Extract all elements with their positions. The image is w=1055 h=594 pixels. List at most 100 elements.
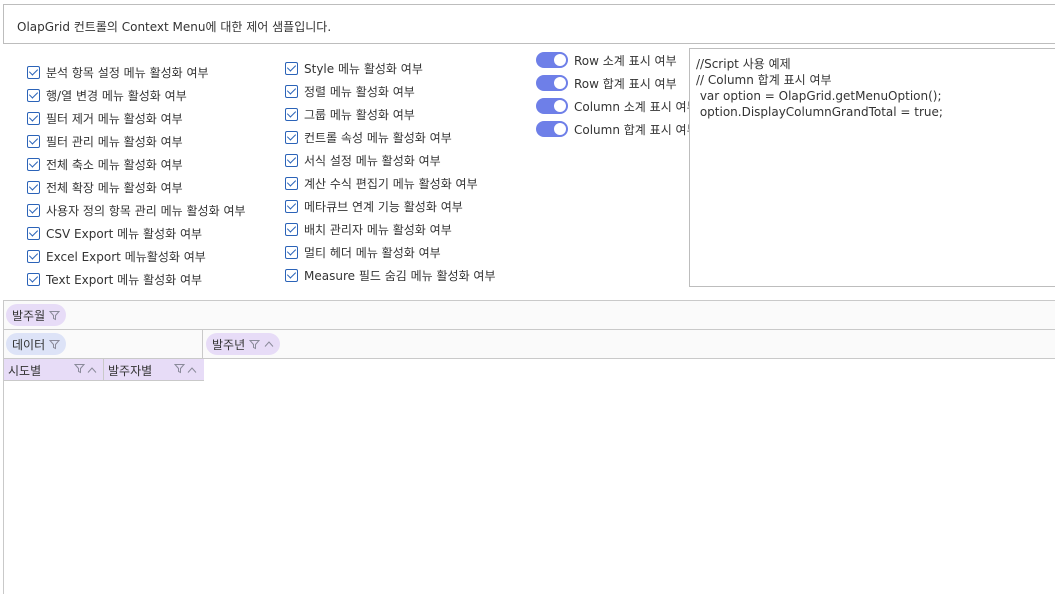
checkbox-label: 행/열 변경 메뉴 활성화 여부	[46, 88, 187, 103]
checkbox-label: 멀티 헤더 메뉴 활성화 여부	[304, 245, 441, 260]
row-field-area: 시도별 발주자별	[4, 359, 204, 381]
data-field-label: 데이터	[12, 337, 46, 352]
checkbox-custom-item-manage[interactable]: 사용자 정의 항목 관리 메뉴 활성화 여부	[27, 201, 246, 219]
checkbox-box[interactable]	[27, 272, 40, 286]
data-column-area: 데이터 발주년	[4, 330, 1055, 359]
checkbox-sort-menu[interactable]: 정렬 메뉴 활성화 여부	[285, 82, 415, 100]
checkbox-box[interactable]	[27, 111, 40, 125]
filter-field-chip[interactable]: 발주월	[6, 304, 67, 326]
script-textarea[interactable]: //Script 사용 예제 // Column 합계 표시 여부 var op…	[689, 48, 1055, 287]
sample-description: OlapGrid 컨트롤의 Context Menu에 대한 제어 샘플입니다.	[17, 20, 332, 34]
column-field-label: 발주년	[212, 337, 246, 352]
checkbox-box[interactable]	[285, 268, 298, 282]
checkbox-style-menu[interactable]: Style 메뉴 활성화 여부	[285, 59, 423, 77]
checkbox-box[interactable]	[285, 84, 298, 98]
toggle-switch[interactable]	[536, 52, 568, 68]
checkbox-collapse-all[interactable]: 전체 축소 메뉴 활성화 여부	[27, 155, 183, 173]
header-box: OlapGrid 컨트롤의 Context Menu에 대한 제어 샘플입니다.	[3, 4, 1055, 44]
toggle-label: Column 합계 표시 여부	[574, 122, 698, 137]
checkbox-format-setting[interactable]: 서식 설정 메뉴 활성화 여부	[285, 151, 441, 169]
checkbox-label: Measure 필드 숨김 메뉴 활성화 여부	[304, 268, 496, 283]
checkbox-box[interactable]	[285, 199, 298, 213]
checkbox-box[interactable]	[285, 130, 298, 144]
toggle-switch[interactable]	[536, 98, 568, 114]
toggle-row-grandtotal[interactable]: Row 합계 표시 여부	[536, 74, 677, 92]
toggle-switch[interactable]	[536, 75, 568, 91]
checkbox-filter-manage[interactable]: 필터 관리 메뉴 활성화 여부	[27, 132, 183, 150]
checkbox-box[interactable]	[27, 88, 40, 102]
row-field-header[interactable]: 발주자별	[104, 359, 204, 381]
checkbox-metacube-link[interactable]: 메타큐브 연계 기능 활성화 여부	[285, 197, 463, 215]
checkbox-label: 사용자 정의 항목 관리 메뉴 활성화 여부	[46, 203, 246, 218]
checkbox-label: 그룹 메뉴 활성화 여부	[304, 107, 415, 122]
checkbox-analysis-item[interactable]: 분석 항목 설정 메뉴 활성화 여부	[27, 63, 209, 81]
checkbox-row-column-swap[interactable]: 행/열 변경 메뉴 활성화 여부	[27, 86, 187, 104]
filter-icon[interactable]	[249, 339, 261, 350]
filter-icon[interactable]	[49, 310, 61, 321]
checkbox-expand-all[interactable]: 전체 확장 메뉴 활성화 여부	[27, 178, 183, 196]
checkbox-box[interactable]	[285, 245, 298, 259]
row-field-label: 발주자별	[108, 363, 153, 378]
filter-icon[interactable]	[49, 339, 61, 350]
column-field-chip[interactable]: 발주년	[206, 333, 281, 355]
checkbox-box[interactable]	[285, 176, 298, 190]
checkbox-label: Excel Export 메뉴활성화 여부	[46, 249, 206, 264]
checkbox-label: CSV Export 메뉴 활성화 여부	[46, 226, 203, 241]
checkbox-box[interactable]	[27, 157, 40, 171]
checkbox-label: Style 메뉴 활성화 여부	[304, 61, 423, 76]
checkbox-measure-hide[interactable]: Measure 필드 숨김 메뉴 활성화 여부	[285, 266, 496, 284]
checkbox-label: 분석 항목 설정 메뉴 활성화 여부	[46, 65, 209, 80]
filter-field-area[interactable]: 발주월	[4, 301, 1055, 330]
toggle-column-grandtotal[interactable]: Column 합계 표시 여부	[536, 120, 698, 138]
row-field-label: 시도별	[8, 363, 42, 378]
toggle-column-subtotal[interactable]: Column 소계 표시 여부	[536, 97, 698, 115]
sort-asc-icon[interactable]	[264, 340, 274, 348]
checkbox-group-menu[interactable]: 그룹 메뉴 활성화 여부	[285, 105, 415, 123]
olap-grid[interactable]: 발주월 데이터 발주년 시도별 발주자별	[3, 300, 1055, 594]
sort-asc-icon[interactable]	[87, 363, 97, 377]
checkbox-filter-remove[interactable]: 필터 제거 메뉴 활성화 여부	[27, 109, 183, 127]
checkbox-label: 필터 제거 메뉴 활성화 여부	[46, 111, 183, 126]
checkbox-box[interactable]	[27, 180, 40, 194]
toggle-label: Row 합계 표시 여부	[574, 76, 677, 91]
data-field-chip[interactable]: 데이터	[6, 333, 67, 355]
checkbox-label: 정렬 메뉴 활성화 여부	[304, 84, 415, 99]
filter-icon[interactable]	[173, 363, 186, 377]
checkbox-csv-export[interactable]: CSV Export 메뉴 활성화 여부	[27, 224, 202, 242]
checkbox-box[interactable]	[285, 61, 298, 75]
toggle-switch[interactable]	[536, 121, 568, 137]
checkbox-box[interactable]	[27, 65, 40, 79]
filter-field-label: 발주월	[12, 308, 46, 323]
script-line: // Column 합계 표시 여부	[696, 73, 832, 87]
toggle-row-subtotal[interactable]: Row 소계 표시 여부	[536, 51, 677, 69]
checkbox-text-export[interactable]: Text Export 메뉴 활성화 여부	[27, 270, 202, 288]
toggle-label: Column 소계 표시 여부	[574, 99, 698, 114]
checkbox-box[interactable]	[27, 249, 40, 263]
script-line: //Script 사용 예제	[696, 57, 791, 71]
checkbox-box[interactable]	[27, 134, 40, 148]
checkbox-layout-manager[interactable]: 배치 관리자 메뉴 활성화 여부	[285, 220, 452, 238]
toggle-label: Row 소계 표시 여부	[574, 53, 677, 68]
checkbox-label: 메타큐브 연계 기능 활성화 여부	[304, 199, 463, 214]
checkbox-formula-editor[interactable]: 계산 수식 편집기 메뉴 활성화 여부	[285, 174, 478, 192]
script-line: var option = OlapGrid.getMenuOption();	[696, 89, 942, 103]
checkbox-box[interactable]	[27, 226, 40, 240]
filter-icon[interactable]	[73, 363, 86, 377]
data-field-area[interactable]: 데이터	[4, 330, 203, 358]
checkbox-box[interactable]	[285, 153, 298, 167]
checkbox-label: 전체 확장 메뉴 활성화 여부	[46, 180, 183, 195]
checkbox-multi-header[interactable]: 멀티 헤더 메뉴 활성화 여부	[285, 243, 441, 261]
row-field-header[interactable]: 시도별	[4, 359, 103, 381]
checkbox-box[interactable]	[27, 203, 40, 217]
grid-body[interactable]	[4, 381, 204, 594]
sort-asc-icon[interactable]	[187, 363, 197, 377]
script-line: option.DisplayColumnGrandTotal = true;	[696, 105, 943, 119]
checkbox-box[interactable]	[285, 107, 298, 121]
checkbox-label: 전체 축소 메뉴 활성화 여부	[46, 157, 183, 172]
checkbox-label: 계산 수식 편집기 메뉴 활성화 여부	[304, 176, 478, 191]
checkbox-label: Text Export 메뉴 활성화 여부	[46, 272, 203, 287]
checkbox-box[interactable]	[285, 222, 298, 236]
checkbox-label: 필터 관리 메뉴 활성화 여부	[46, 134, 183, 149]
checkbox-control-property[interactable]: 컨트롤 속성 메뉴 활성화 여부	[285, 128, 452, 146]
checkbox-excel-export[interactable]: Excel Export 메뉴활성화 여부	[27, 247, 206, 265]
